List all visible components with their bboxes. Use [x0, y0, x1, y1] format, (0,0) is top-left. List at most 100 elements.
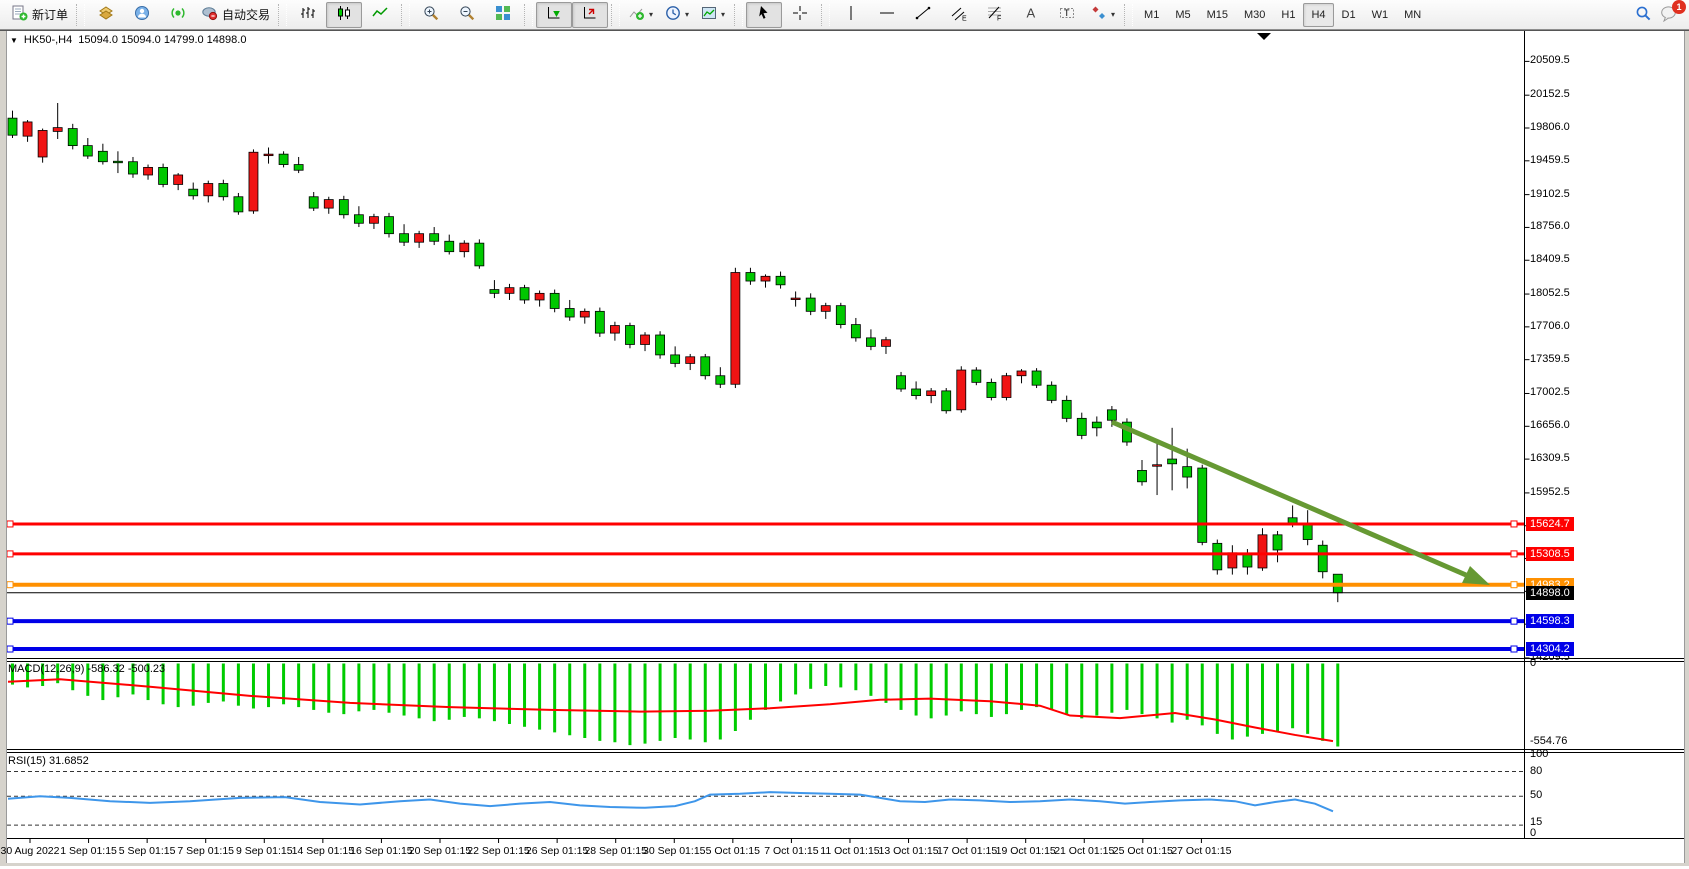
candle — [279, 154, 288, 164]
new-order-label: 新订单 — [32, 6, 68, 23]
candle — [83, 146, 92, 156]
vline-button[interactable] — [833, 2, 869, 28]
candle — [625, 326, 634, 345]
periods-button[interactable]: ▾ — [659, 2, 695, 28]
candle — [866, 338, 875, 347]
periods-icon — [665, 5, 681, 24]
toolbar-separator — [278, 4, 287, 26]
zoom-out-button[interactable] — [449, 2, 485, 28]
zoom-in-button[interactable] — [413, 2, 449, 28]
line-handle[interactable] — [7, 582, 13, 588]
chart-shift-marker[interactable] — [1257, 33, 1271, 40]
community-button[interactable] — [124, 2, 160, 28]
templates-button[interactable]: ▾ — [695, 2, 731, 28]
line-handle[interactable] — [7, 618, 13, 624]
candle — [144, 167, 153, 175]
candle — [324, 200, 333, 209]
candle — [219, 183, 228, 196]
timeframe-mn-button[interactable]: MN — [1396, 3, 1429, 27]
line-handle[interactable] — [1511, 582, 1517, 588]
candle — [400, 234, 409, 243]
chevron-down-icon[interactable]: ▾ — [721, 10, 725, 19]
line-handle[interactable] — [1511, 551, 1517, 557]
candle — [656, 335, 665, 355]
timeframe-d1-button[interactable]: D1 — [1334, 3, 1364, 27]
chat-button[interactable]: 1 — [1660, 5, 1679, 25]
line-handle[interactable] — [1511, 646, 1517, 652]
shapes-button[interactable]: ▾ — [1085, 2, 1121, 28]
label-button[interactable]: T — [1049, 2, 1085, 28]
candle — [791, 298, 800, 300]
timeframe-m15-button[interactable]: M15 — [1199, 3, 1236, 27]
candle — [1273, 535, 1282, 550]
hline-button[interactable] — [869, 2, 905, 28]
timeframe-m30-button[interactable]: M30 — [1236, 3, 1273, 27]
line-handle[interactable] — [1511, 521, 1517, 527]
tile-windows-button[interactable] — [485, 2, 521, 28]
candle — [1032, 371, 1041, 385]
candle — [174, 175, 183, 184]
new-order-button[interactable]: 新订单 — [6, 2, 73, 28]
line-handle[interactable] — [1511, 618, 1517, 624]
candle — [761, 276, 770, 281]
line-chart-button[interactable] — [362, 2, 398, 28]
trend-arrow-head[interactable] — [1462, 566, 1490, 585]
candle — [535, 293, 544, 300]
channel-button[interactable]: E — [941, 2, 977, 28]
timeframe-m5-button[interactable]: M5 — [1167, 3, 1198, 27]
text-button[interactable]: A — [1013, 2, 1049, 28]
timeframe-h1-button[interactable]: H1 — [1273, 3, 1303, 27]
candle — [23, 122, 32, 136]
candle — [776, 276, 785, 285]
line-handle[interactable] — [7, 521, 13, 527]
candles-chart-icon — [336, 5, 352, 24]
candle — [851, 325, 860, 338]
macd-signal-line — [8, 679, 1333, 741]
chevron-down-icon[interactable]: ▾ — [685, 10, 689, 19]
candle — [565, 308, 574, 317]
trend-arrow-line[interactable] — [1112, 422, 1466, 575]
candle — [1002, 376, 1011, 398]
bars-chart-button[interactable] — [290, 2, 326, 28]
timeframe-w1-button[interactable]: W1 — [1364, 3, 1397, 27]
candle — [836, 306, 845, 325]
trendline-button[interactable] — [905, 2, 941, 28]
candle — [686, 357, 695, 364]
candle — [1183, 467, 1192, 477]
autoscroll-button[interactable] — [536, 2, 572, 28]
signals-button[interactable] — [160, 2, 196, 28]
chart-shift-button[interactable] — [572, 2, 608, 28]
timeframe-h4-button[interactable]: H4 — [1303, 3, 1333, 27]
hline-icon — [879, 5, 895, 24]
candle — [505, 288, 514, 294]
search-icon[interactable] — [1635, 5, 1652, 25]
indicators-button[interactable]: ▾ — [623, 2, 659, 28]
toolbar-separator — [401, 4, 410, 26]
autotrading-button[interactable]: 自动交易 — [196, 2, 275, 28]
candle — [53, 128, 62, 132]
autotrading-label: 自动交易 — [222, 6, 270, 23]
candle — [1092, 422, 1101, 428]
candle — [1153, 465, 1162, 467]
chevron-down-icon[interactable]: ▾ — [1111, 10, 1115, 19]
market-depth-button[interactable] — [88, 2, 124, 28]
candle — [445, 241, 454, 251]
toolbar-separator — [524, 4, 533, 26]
symbol-dropdown-icon[interactable]: ▼ — [10, 36, 18, 45]
candles-chart-button[interactable] — [326, 2, 362, 28]
candle — [1303, 524, 1312, 539]
signals-icon — [170, 5, 186, 24]
cursor-icon — [756, 5, 772, 24]
line-handle[interactable] — [7, 551, 13, 557]
chevron-down-icon[interactable]: ▾ — [649, 10, 653, 19]
cursor-button[interactable] — [746, 2, 782, 28]
window-left-border — [0, 31, 7, 863]
candle — [339, 200, 348, 215]
autoscroll-icon — [546, 5, 562, 24]
timeframe-m1-button[interactable]: M1 — [1136, 3, 1167, 27]
fibonacci-button[interactable]: F — [977, 2, 1013, 28]
crosshair-button[interactable] — [782, 2, 818, 28]
chart-canvas — [0, 0, 1689, 869]
line-handle[interactable] — [7, 646, 13, 652]
candle — [1107, 410, 1116, 420]
